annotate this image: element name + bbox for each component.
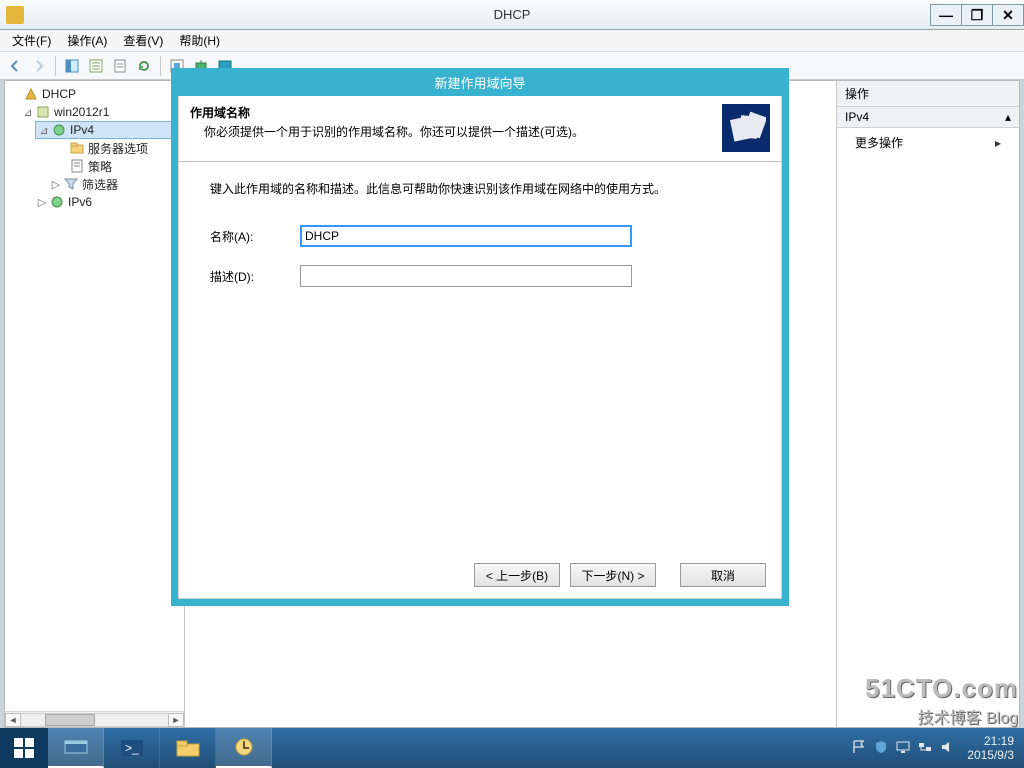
scroll-thumb[interactable]: [45, 714, 95, 726]
new-scope-wizard-dialog: 新建作用域向导 作用域名称 你必须提供一个用于识别的作用域名称。你还可以提供一个…: [171, 68, 789, 606]
collapse-icon: ▴: [1005, 110, 1011, 124]
policy-icon: [69, 158, 85, 174]
actions-more-label: 更多操作: [855, 134, 903, 151]
system-tray: 21:19 2015/9/3: [851, 728, 1024, 768]
tree-filter[interactable]: ▷ 筛选器: [7, 175, 182, 193]
svg-text:>_: >_: [125, 741, 139, 755]
start-button[interactable]: [0, 728, 48, 768]
tree-root-dhcp[interactable]: DHCP: [7, 85, 182, 103]
dhcp-icon: [23, 86, 39, 102]
scope-desc-input[interactable]: [300, 265, 632, 287]
window-title: DHCP: [0, 7, 1024, 22]
toolbar-separator: [160, 56, 161, 76]
wizard-subheading: 你必须提供一个用于识别的作用域名称。你还可以提供一个描述(可选)。: [190, 123, 722, 140]
taskbar: >_ 21:19 2015/9/3: [0, 728, 1024, 768]
tree-ipv4[interactable]: ⊿ IPv4: [35, 121, 182, 139]
tree-label: IPv4: [70, 123, 94, 137]
actions-more[interactable]: 更多操作 ▸: [837, 128, 1019, 157]
tree-label: 服务器选项: [88, 140, 148, 157]
tray-sound-icon[interactable]: [939, 739, 955, 758]
tree-server-options[interactable]: 服务器选项: [7, 139, 182, 157]
tree-label: 策略: [88, 158, 112, 175]
next-button[interactable]: 下一步(N) >: [570, 563, 656, 587]
tray-network-icon[interactable]: [917, 739, 933, 758]
tree-server[interactable]: ⊿ win2012r1: [7, 103, 182, 121]
tree-ipv6[interactable]: ▷ IPv6: [7, 193, 182, 211]
taskbar-clock[interactable]: 21:19 2015/9/3: [961, 734, 1020, 763]
actions-section-ipv4[interactable]: IPv4 ▴: [837, 107, 1019, 128]
menu-help[interactable]: 帮助(H): [171, 30, 228, 51]
wizard-body: 键入此作用域的名称和描述。此信息可帮助你快速识别该作用域在网络中的使用方式。 名…: [178, 162, 782, 323]
name-label: 名称(A):: [210, 228, 300, 245]
tree-horizontal-scrollbar[interactable]: ◄ ►: [5, 711, 184, 727]
menu-file[interactable]: 文件(F): [4, 30, 59, 51]
export-list-button[interactable]: [109, 55, 131, 77]
clock-date: 2015/9/3: [967, 748, 1014, 762]
menu-bar: 文件(F) 操作(A) 查看(V) 帮助(H): [0, 30, 1024, 52]
ipv4-icon: [51, 122, 67, 138]
show-hide-tree-button[interactable]: [61, 55, 83, 77]
toolbar-separator: [55, 56, 56, 76]
tree-label: DHCP: [42, 87, 76, 101]
cancel-button[interactable]: 取消: [680, 563, 766, 587]
tree-label: win2012r1: [54, 105, 109, 119]
taskbar-explorer[interactable]: [160, 728, 216, 768]
actions-pane: 操作 IPv4 ▴ 更多操作 ▸: [837, 81, 1019, 727]
ipv6-icon: [49, 194, 65, 210]
wizard-instruction: 键入此作用域的名称和描述。此信息可帮助你快速识别该作用域在网络中的使用方式。: [210, 180, 750, 197]
taskbar-dhcp[interactable]: [216, 728, 272, 768]
back-button[interactable]: < 上一步(B): [474, 563, 560, 587]
forward-button[interactable]: [28, 55, 50, 77]
scroll-track[interactable]: [21, 713, 168, 727]
properties-button[interactable]: [85, 55, 107, 77]
menu-action[interactable]: 操作(A): [59, 30, 115, 51]
wizard-title: 新建作用域向导: [171, 68, 789, 96]
wizard-footer: < 上一步(B) 下一步(N) > 取消: [474, 563, 766, 587]
desc-label: 描述(D):: [210, 268, 300, 285]
folder-icon: [69, 140, 85, 156]
window-titlebar: DHCP — ❐ ✕: [0, 0, 1024, 30]
wizard-header-icon: [722, 104, 770, 152]
tray-shield-icon[interactable]: [873, 739, 889, 758]
tree-label: 筛选器: [82, 176, 118, 193]
scope-name-input[interactable]: [300, 225, 632, 247]
menu-view[interactable]: 查看(V): [115, 30, 171, 51]
actions-section-label: IPv4: [845, 110, 869, 124]
taskbar-powershell[interactable]: >_: [104, 728, 160, 768]
wizard-heading: 作用域名称: [190, 104, 722, 121]
actions-header: 操作: [837, 81, 1019, 107]
submenu-arrow-icon: ▸: [995, 136, 1001, 150]
taskbar-server-manager[interactable]: [48, 728, 104, 768]
tray-flag-icon[interactable]: [851, 739, 867, 758]
tree-pane: DHCP ⊿ win2012r1 ⊿ IPv4 服务器选项 策略: [5, 81, 185, 727]
clock-time: 21:19: [967, 734, 1014, 748]
refresh-button[interactable]: [133, 55, 155, 77]
tree-policy[interactable]: 策略: [7, 157, 182, 175]
wizard-header: 作用域名称 你必须提供一个用于识别的作用域名称。你还可以提供一个描述(可选)。: [178, 96, 782, 162]
tree-label: IPv6: [68, 195, 92, 209]
filter-icon: [63, 176, 79, 192]
back-button[interactable]: [4, 55, 26, 77]
scroll-left-button[interactable]: ◄: [5, 713, 21, 727]
tray-computer-icon[interactable]: [895, 739, 911, 758]
scroll-right-button[interactable]: ►: [168, 713, 184, 727]
server-icon: [35, 104, 51, 120]
tree[interactable]: DHCP ⊿ win2012r1 ⊿ IPv4 服务器选项 策略: [5, 81, 184, 711]
